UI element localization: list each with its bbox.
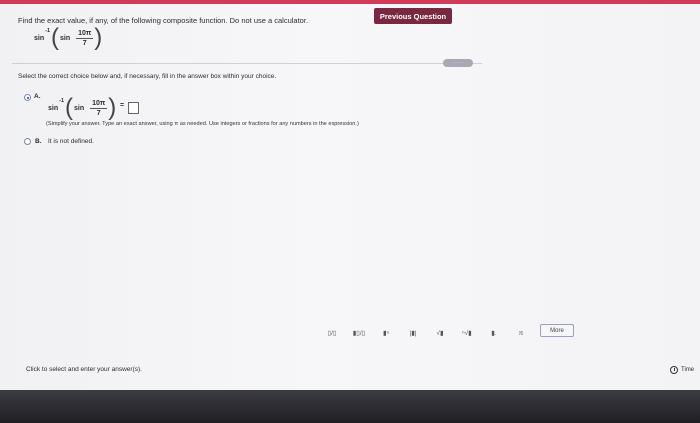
pi-tool-button[interactable]: π — [509, 326, 533, 340]
inverse-superscript: -1 — [59, 98, 65, 104]
composite-expression: sin -1 ( sin 10π 7 ) — [34, 26, 103, 50]
choice-a-letter: A. — [34, 93, 41, 100]
answer-input-box[interactable] — [128, 102, 139, 114]
absolute-value-tool-button[interactable]: |▮| — [401, 326, 425, 340]
answer-hint: (Simplify your answer. Type an exact ans… — [46, 121, 359, 127]
nth-root-tool-button[interactable]: ⁿ√▮ — [455, 326, 479, 340]
choice-b-radio[interactable] — [24, 138, 31, 145]
choice-a-radio[interactable] — [24, 94, 31, 101]
mixed-number-icon: ▮▯/▯ — [352, 330, 366, 337]
left-paren: ( — [65, 94, 74, 121]
right-paren: ) — [94, 24, 103, 51]
sqrt-tool-button[interactable]: √▮ — [428, 326, 452, 340]
angle-fraction: 10π 7 — [90, 99, 108, 117]
clock-icon — [670, 366, 678, 374]
more-tools-button[interactable]: More — [540, 324, 574, 337]
time-indicator[interactable]: Time — [670, 366, 694, 374]
section-divider — [12, 63, 482, 64]
choice-instruction: Select the correct choice below and, if … — [18, 73, 277, 80]
decimal-icon: ▮. — [491, 330, 497, 337]
outer-function: sin — [34, 34, 45, 42]
choice-b-letter: B. — [35, 138, 42, 145]
exponent-icon: ▮ⁿ — [383, 330, 389, 337]
inverse-superscript: -1 — [45, 28, 51, 34]
fraction-numerator: 10π — [76, 29, 94, 39]
footer-instruction: Click to select and enter your answer(s)… — [26, 366, 142, 373]
absolute-value-icon: |▮| — [409, 330, 417, 337]
previous-question-button[interactable]: Previous Question — [374, 8, 452, 24]
divider-handle[interactable]: ····· — [443, 59, 473, 67]
fraction-tool-button[interactable]: ▯/▯ — [320, 326, 344, 340]
time-label: Time — [681, 367, 695, 373]
pi-icon: π — [518, 329, 524, 337]
fraction-numerator: 10π — [90, 99, 108, 109]
right-paren: ) — [108, 94, 117, 121]
nth-root-icon: ⁿ√▮ — [462, 330, 472, 337]
choice-a-expression: sin -1 ( sin 10π 7 ) — [48, 96, 117, 120]
equals-sign: = — [120, 102, 125, 109]
left-paren: ( — [51, 24, 60, 51]
exponent-tool-button[interactable]: ▮ⁿ — [374, 326, 398, 340]
inner-function: sin — [60, 34, 71, 42]
question-panel: Find the exact value, if any, of the fol… — [0, 4, 700, 390]
decimal-tool-button[interactable]: ▮. — [482, 326, 506, 340]
fraction-denominator: 7 — [96, 109, 101, 117]
choice-b-text: It is not defined. — [48, 138, 94, 145]
mixed-number-tool-button[interactable]: ▮▯/▯ — [347, 326, 371, 340]
sqrt-icon: √▮ — [436, 330, 444, 337]
inner-function: sin — [74, 104, 85, 112]
angle-fraction: 10π 7 — [76, 29, 94, 47]
outer-function: sin — [48, 104, 59, 112]
fraction-icon: ▯/▯ — [327, 330, 337, 337]
question-prompt: Find the exact value, if any, of the fol… — [18, 16, 309, 25]
fraction-denominator: 7 — [82, 39, 87, 47]
bottom-edge — [0, 390, 700, 423]
